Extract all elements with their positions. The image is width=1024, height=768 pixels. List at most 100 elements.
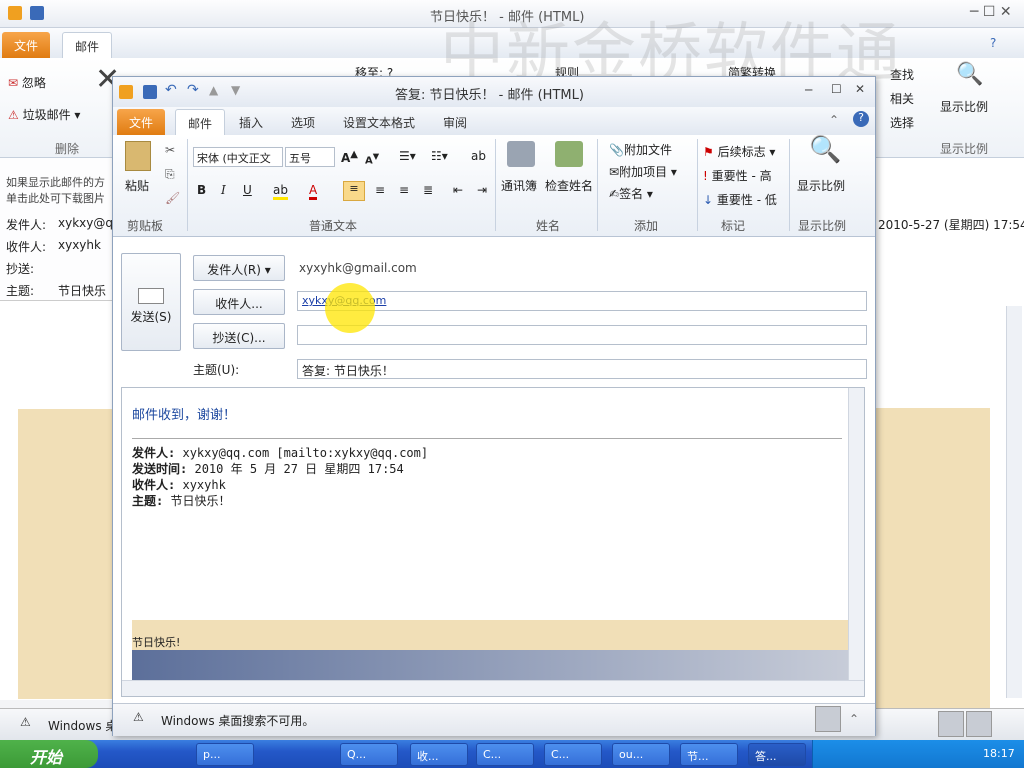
font-color-icon[interactable]: A bbox=[309, 183, 318, 200]
save-icon[interactable] bbox=[143, 85, 157, 99]
cc-button[interactable]: 抄送(C)... bbox=[193, 323, 285, 349]
orig-subject-label: 主题: bbox=[132, 494, 164, 508]
close-button[interactable]: ✕ bbox=[855, 82, 865, 96]
taskbar-item[interactable]: p... bbox=[196, 743, 254, 766]
bold-button[interactable]: B bbox=[197, 183, 206, 197]
taskbar-item[interactable]: 节... bbox=[680, 743, 738, 766]
help-icon[interactable]: ? bbox=[853, 111, 869, 127]
down-icon[interactable]: ▼ bbox=[231, 83, 240, 97]
to-button[interactable]: 收件人... bbox=[193, 289, 285, 315]
basic-text-group-label: 普通文本 bbox=[308, 219, 357, 233]
tab-file[interactable]: 文件 bbox=[2, 32, 51, 58]
tab-mail[interactable]: 邮件 bbox=[175, 109, 226, 135]
font-name-select[interactable]: 宋体 (中文正文 bbox=[193, 147, 283, 167]
grow-font-icon[interactable]: A▲ bbox=[341, 149, 358, 165]
attach-item-button[interactable]: ✉附加项目 ▾ bbox=[609, 163, 677, 180]
signature-button[interactable]: ✍签名 ▾ bbox=[609, 185, 653, 202]
paperclip-icon: 📎 bbox=[609, 143, 624, 157]
high-importance-button[interactable]: ! 重要性 - 高 bbox=[703, 167, 772, 184]
align-right-button[interactable]: ≡ bbox=[399, 183, 409, 197]
exclamation-icon: ! bbox=[703, 169, 708, 183]
minimize-button[interactable]: ─ bbox=[805, 83, 812, 97]
orig-from-value: xykxy@qq.com [mailto:xykxy@qq.com] bbox=[182, 446, 429, 460]
flag-icon: ⚑ bbox=[703, 145, 714, 159]
zoom-button[interactable]: 显示比例 bbox=[797, 177, 845, 194]
tab-file[interactable]: 文件 bbox=[117, 109, 166, 135]
low-importance-button[interactable]: ↓ 重要性 - 低 bbox=[703, 191, 777, 208]
paste-button[interactable]: 粘贴 bbox=[125, 177, 149, 194]
orig-to-label: 收件人: bbox=[132, 478, 176, 492]
cc-field[interactable] bbox=[297, 325, 867, 345]
zoom-button[interactable]: 显示比例 bbox=[940, 98, 988, 115]
bullets-icon[interactable]: ☰▾ bbox=[399, 149, 416, 163]
justify-button[interactable]: ≣ bbox=[423, 183, 433, 197]
to-field[interactable]: xykxy@qq.com bbox=[297, 291, 867, 311]
cut-icon[interactable]: ✂ bbox=[165, 143, 175, 157]
system-tray: 18:17 bbox=[812, 740, 1024, 768]
taskbar-item[interactable]: C... bbox=[476, 743, 534, 766]
tab-insert[interactable]: 插入 bbox=[227, 109, 275, 135]
body-scrollbar-v[interactable] bbox=[848, 388, 864, 682]
undo-icon[interactable]: ↶ bbox=[165, 82, 177, 98]
zoom-group-label: 显示比例 bbox=[940, 142, 989, 156]
banner-gradient bbox=[132, 650, 848, 680]
attach-item-label: 附加项目 bbox=[619, 165, 668, 179]
tab-format-text[interactable]: 设置文本格式 bbox=[331, 109, 427, 135]
expand-icon[interactable]: ⌃ bbox=[849, 712, 859, 726]
align-center-button[interactable]: ≡ bbox=[375, 183, 385, 197]
redo-icon[interactable]: ↷ bbox=[187, 82, 199, 98]
message-body[interactable]: 邮件收到，谢谢！ 发件人: xykxy@qq.com [mailto:xykxy… bbox=[121, 387, 865, 697]
align-left-button[interactable]: ≡ bbox=[343, 181, 365, 201]
ignore-button[interactable]: ✉ 忽略 bbox=[8, 74, 46, 91]
collapse-ribbon-icon[interactable]: ⌃ bbox=[829, 113, 839, 127]
font-size-select[interactable]: 五号 bbox=[285, 147, 335, 167]
styles-icon[interactable]: ab bbox=[471, 149, 486, 163]
numbering-icon[interactable]: ☷▾ bbox=[431, 149, 448, 163]
decrease-indent-icon[interactable]: ⇤ bbox=[453, 183, 463, 197]
follow-up-button[interactable]: ⚑ 后续标志 ▾ bbox=[703, 143, 775, 160]
attach-file-button[interactable]: 📎附加文件 bbox=[609, 141, 672, 158]
select-button[interactable]: 选择 bbox=[890, 114, 914, 131]
orig-from-label: 发件人: bbox=[132, 446, 176, 460]
from-button[interactable]: 发件人(R) ▾ bbox=[193, 255, 285, 281]
junk-button[interactable]: ⚠ 垃圾邮件 ▾ bbox=[8, 106, 80, 123]
shrink-font-icon[interactable]: A▼ bbox=[365, 151, 379, 166]
start-button[interactable]: 开始 bbox=[0, 740, 98, 768]
info-bar-line2[interactable]: 单击此处可下载图片 bbox=[6, 190, 105, 206]
sent-date: 2010-5-27 (星期四) 17:54 bbox=[878, 218, 1024, 232]
orig-subject-value: 节日快乐！ bbox=[170, 494, 231, 508]
warning-icon: ⚠ bbox=[133, 710, 144, 724]
taskbar-item[interactable]: 收... bbox=[410, 743, 468, 766]
scrollbar[interactable] bbox=[1006, 306, 1022, 698]
delete-group-label: 删除 bbox=[55, 142, 80, 156]
taskbar-item[interactable]: C... bbox=[544, 743, 602, 766]
italic-button[interactable]: I bbox=[221, 183, 226, 197]
address-book-button[interactable]: 通讯簿 bbox=[501, 177, 537, 194]
highlight-icon[interactable]: ab bbox=[273, 183, 288, 200]
maximize-button[interactable]: ☐ bbox=[831, 82, 842, 96]
banner: 节日快乐! bbox=[132, 620, 848, 650]
copy-icon[interactable]: ⎘ bbox=[165, 167, 175, 182]
tab-mail[interactable]: 邮件 bbox=[62, 32, 113, 58]
underline-button[interactable]: U bbox=[243, 183, 252, 197]
body-scrollbar-h[interactable] bbox=[122, 680, 864, 696]
check-names-icon bbox=[555, 141, 583, 167]
tab-options[interactable]: 选项 bbox=[279, 109, 327, 135]
help-icon[interactable]: ? bbox=[990, 36, 996, 50]
subject-field[interactable]: 答复: 节日快乐！ bbox=[297, 359, 867, 379]
window-controls[interactable]: ─ ☐ ✕ bbox=[970, 4, 1020, 22]
tab-review[interactable]: 审阅 bbox=[431, 109, 479, 135]
mail-icon bbox=[119, 85, 133, 99]
save-icon[interactable] bbox=[30, 6, 44, 20]
up-icon[interactable]: ▲ bbox=[209, 83, 218, 97]
taskbar-item[interactable]: ou... bbox=[612, 743, 670, 766]
format-painter-icon[interactable]: 🖌 bbox=[165, 191, 180, 205]
taskbar-item[interactable]: Q... bbox=[340, 743, 398, 766]
info-bar-line1[interactable]: 如果显示此邮件的方 bbox=[6, 174, 105, 190]
from-value: xyxyhk@gmail.com bbox=[299, 261, 417, 275]
taskbar-item-active[interactable]: 答... bbox=[748, 743, 806, 766]
increase-indent-icon[interactable]: ⇥ bbox=[477, 183, 487, 197]
background-message-header: 如果显示此邮件的方 单击此处可下载图片 发件人: xykxy@q 收件人: xy… bbox=[0, 158, 113, 308]
check-names-button[interactable]: 检查姓名 bbox=[545, 177, 593, 194]
send-button[interactable]: 发送(S) bbox=[121, 253, 181, 351]
